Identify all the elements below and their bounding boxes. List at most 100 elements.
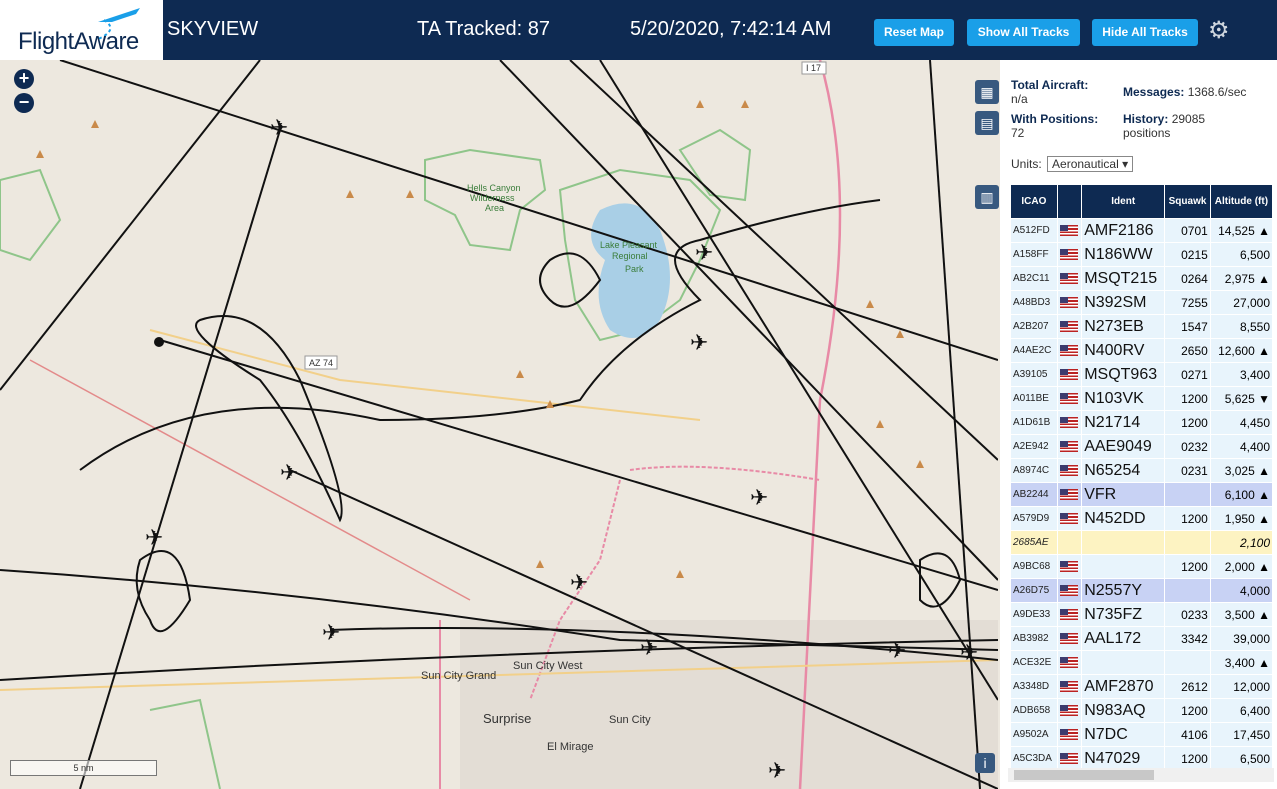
flag-cell bbox=[1057, 435, 1082, 458]
ident-cell: N47029 bbox=[1082, 747, 1165, 770]
ident-cell bbox=[1082, 555, 1165, 578]
table-row[interactable]: A9DE33 N735FZ 0233 3,500 ▲ bbox=[1011, 603, 1272, 626]
table-row[interactable]: ACE32E 3,400 ▲ bbox=[1011, 651, 1272, 674]
icao-cell: A512FD bbox=[1011, 219, 1057, 242]
table-row[interactable]: A9502A N7DC 4106 17,450 bbox=[1011, 723, 1272, 746]
hide-all-tracks-button[interactable]: Hide All Tracks bbox=[1092, 19, 1198, 46]
table-row[interactable]: A011BE N103VK 1200 5,625 ▼ bbox=[1011, 387, 1272, 410]
flag-cell bbox=[1057, 291, 1082, 314]
top-bar: FlightAware SKYVIEW TA Tracked: 87 5/20/… bbox=[0, 0, 1277, 60]
gear-icon[interactable]: ⚙ bbox=[1208, 16, 1230, 45]
table-row[interactable]: A512FD AMF2186 0701 14,525 ▲ bbox=[1011, 219, 1272, 242]
table-row[interactable]: AB2C11 MSQT215 0264 2,975 ▲ bbox=[1011, 267, 1272, 290]
icao-cell: A9502A bbox=[1011, 723, 1057, 746]
table-row[interactable]: 2685AE 2,100 bbox=[1011, 531, 1272, 554]
table-row[interactable]: A2B207 N273EB 1547 8,550 bbox=[1011, 315, 1272, 338]
flightaware-logo[interactable]: FlightAware bbox=[0, 0, 163, 60]
squawk-cell: 0233 bbox=[1165, 603, 1210, 626]
table-row[interactable]: A8974C N65254 0231 3,025 ▲ bbox=[1011, 459, 1272, 482]
zoom-out-button[interactable]: − bbox=[14, 93, 34, 113]
table-row[interactable]: A579D9 N452DD 1200 1,950 ▲ bbox=[1011, 507, 1272, 530]
table-header: ICAO Ident Squawk Altitude (ft) bbox=[1011, 185, 1272, 218]
table-row[interactable]: A4AE2C N400RV 2650 12,600 ▲ bbox=[1011, 339, 1272, 362]
us-flag-icon bbox=[1059, 513, 1078, 525]
map-label-hells-canyon: Hells Canyon bbox=[467, 183, 521, 193]
ident-cell: N400RV bbox=[1082, 339, 1165, 362]
table-row[interactable]: AB2244 VFR 6,100 ▲ bbox=[1011, 483, 1272, 506]
reset-map-button[interactable]: Reset Map bbox=[874, 19, 954, 46]
altitude-cell: 4,000 bbox=[1210, 579, 1272, 602]
icao-cell: 2685AE bbox=[1011, 531, 1057, 554]
altitude-cell: 1,950 ▲ bbox=[1210, 507, 1272, 530]
squawk-cell bbox=[1165, 579, 1210, 602]
squawk-cell: 7255 bbox=[1165, 291, 1210, 314]
ident-cell: MSQT215 bbox=[1082, 267, 1165, 290]
aircraft-icon: ✈ bbox=[888, 639, 906, 664]
flag-cell bbox=[1057, 219, 1082, 242]
us-flag-icon bbox=[1059, 273, 1078, 285]
grid-icon[interactable]: ▤ bbox=[975, 111, 999, 135]
table-row[interactable]: A158FF N186WW 0215 6,500 bbox=[1011, 243, 1272, 266]
table-row[interactable]: AB3982 AAL172 3342 39,000 bbox=[1011, 627, 1272, 650]
table-row[interactable]: A5C3DA N47029 1200 6,500 bbox=[1011, 747, 1272, 770]
flag-cell bbox=[1057, 315, 1082, 338]
map-label-sun-city-grand: Sun City Grand bbox=[421, 670, 496, 682]
flag-cell bbox=[1057, 267, 1082, 290]
flag-cell bbox=[1057, 243, 1082, 266]
map-label-park: Park bbox=[625, 264, 644, 274]
map-label-lake-pleasant: Lake Pleasant bbox=[600, 240, 658, 250]
columns-icon[interactable]: ▥ bbox=[975, 185, 999, 209]
icao-cell: A5C3DA bbox=[1011, 747, 1057, 770]
table-row[interactable]: A39105 MSQT963 0271 3,400 bbox=[1011, 363, 1272, 386]
table-row[interactable]: ADB658 N983AQ 1200 6,400 bbox=[1011, 699, 1272, 722]
units-dropdown[interactable]: Aeronautical ▾ bbox=[1047, 156, 1134, 172]
icao-cell: A39105 bbox=[1011, 363, 1057, 386]
flag-cell bbox=[1057, 579, 1082, 602]
map-canvas[interactable]: ✈ ✈ ✈ ✈ ✈ ✈ ✈ ✈ ✈ ✈ ✈ ✈ Hells Canyon Wil… bbox=[0, 60, 998, 789]
show-all-tracks-button[interactable]: Show All Tracks bbox=[967, 19, 1080, 46]
ident-cell: N186WW bbox=[1082, 243, 1165, 266]
column-header[interactable]: Squawk bbox=[1165, 185, 1210, 218]
ident-cell: N65254 bbox=[1082, 459, 1165, 482]
column-header[interactable]: ICAO bbox=[1011, 185, 1057, 218]
column-header[interactable]: Ident bbox=[1082, 185, 1165, 218]
table-row[interactable]: A1D61B N21714 1200 4,450 bbox=[1011, 411, 1272, 434]
flag-cell bbox=[1057, 603, 1082, 626]
messages-stat: Messages: 1368.6/sec bbox=[1123, 85, 1247, 99]
flag-cell bbox=[1057, 723, 1082, 746]
aircraft-icon: ✈ bbox=[695, 241, 713, 266]
icao-cell: A3348D bbox=[1011, 675, 1057, 698]
aircraft-table: ICAO Ident Squawk Altitude (ft) A512FD AMF21… bbox=[1010, 184, 1273, 771]
altitude-cell: 17,450 bbox=[1210, 723, 1272, 746]
map-view[interactable]: ✈ ✈ ✈ ✈ ✈ ✈ ✈ ✈ ✈ ✈ ✈ ✈ Hells Canyon Wil… bbox=[0, 60, 998, 789]
us-flag-icon bbox=[1059, 681, 1078, 693]
squawk-cell: 1200 bbox=[1165, 507, 1210, 530]
table-row[interactable]: A2E942 AAE9049 0232 4,400 bbox=[1011, 435, 1272, 458]
ident-cell: N273EB bbox=[1082, 315, 1165, 338]
ident-cell bbox=[1082, 531, 1165, 554]
column-header[interactable]: Altitude (ft) bbox=[1210, 185, 1272, 218]
table-row[interactable]: A3348D AMF2870 2612 12,000 bbox=[1011, 675, 1272, 698]
altitude-cell: 2,100 bbox=[1210, 531, 1272, 554]
icao-cell: A4AE2C bbox=[1011, 339, 1057, 362]
flag-cell bbox=[1057, 675, 1082, 698]
table-row[interactable]: A26D75 N2557Y 4,000 bbox=[1011, 579, 1272, 602]
altitude-cell: 8,550 bbox=[1210, 315, 1272, 338]
column-header[interactable] bbox=[1057, 185, 1082, 218]
info-button[interactable]: i bbox=[975, 753, 995, 773]
map-label-i17: I 17 bbox=[806, 63, 821, 73]
altitude-cell: 6,500 bbox=[1210, 243, 1272, 266]
aircraft-icon: ✈ bbox=[690, 331, 708, 356]
horizontal-scrollbar[interactable] bbox=[1008, 768, 1274, 782]
us-flag-icon bbox=[1059, 465, 1078, 477]
flag-cell bbox=[1057, 627, 1082, 650]
aircraft-icon: ✈ bbox=[145, 526, 163, 551]
map-layers-icon[interactable]: ▦ bbox=[975, 80, 999, 104]
units-selector: Units: Aeronautical ▾ bbox=[1011, 156, 1134, 172]
squawk-cell: 1200 bbox=[1165, 699, 1210, 722]
table-row[interactable]: A9BC68 1200 2,000 ▲ bbox=[1011, 555, 1272, 578]
squawk-cell bbox=[1165, 651, 1210, 674]
zoom-in-button[interactable]: + bbox=[14, 69, 34, 89]
table-row[interactable]: A48BD3 N392SM 7255 27,000 bbox=[1011, 291, 1272, 314]
altitude-cell: 3,025 ▲ bbox=[1210, 459, 1272, 482]
